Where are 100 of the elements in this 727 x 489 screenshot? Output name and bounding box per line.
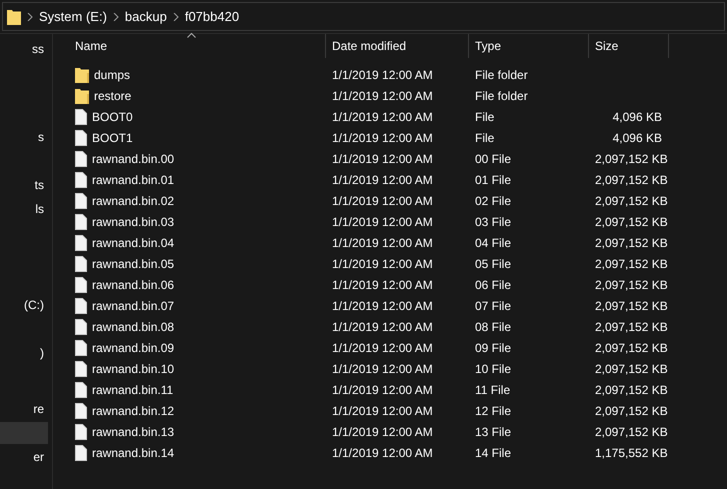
date-cell-text: 1/1/2019 12:00 AM bbox=[331, 362, 434, 376]
size-cell-text: 2,097,152 KB bbox=[594, 340, 669, 354]
size-cell-text: 4,096 KB bbox=[612, 130, 663, 144]
file-name[interactable]: rawnand.bin.04 bbox=[92, 236, 174, 250]
size-cell-text: 2,097,152 KB bbox=[594, 382, 669, 396]
date-cell-text: 1/1/2019 12:00 AM bbox=[331, 340, 434, 354]
sidebar-item[interactable]: ts bbox=[0, 174, 48, 196]
sidebar-item[interactable] bbox=[0, 422, 48, 444]
size-cell-text: 2,097,152 KB bbox=[594, 404, 669, 418]
file-name[interactable]: restore bbox=[94, 88, 132, 102]
file-icon bbox=[75, 172, 87, 188]
file-icon bbox=[75, 108, 87, 124]
type-cell-text: 04 File bbox=[474, 236, 512, 250]
chevron-icon bbox=[27, 12, 33, 20]
type-cell-text: 01 File bbox=[474, 172, 512, 186]
file-name[interactable]: BOOT1 bbox=[92, 130, 133, 144]
file-icon bbox=[75, 256, 87, 272]
folder-icon bbox=[75, 66, 89, 82]
sidebar-item[interactable]: ) bbox=[0, 342, 48, 364]
type-cell-text: File folder bbox=[474, 68, 529, 82]
file-icon bbox=[75, 234, 87, 250]
size-cell-text: 2,097,152 KB bbox=[594, 172, 669, 186]
size-cell-text: 2,097,152 KB bbox=[594, 320, 669, 334]
date-cell-text: 1/1/2019 12:00 AM bbox=[331, 446, 434, 460]
file-icon bbox=[75, 214, 87, 230]
file-name[interactable]: rawnand.bin.01 bbox=[92, 172, 174, 186]
type-cell-text: 14 File bbox=[474, 446, 512, 460]
date-cell-text: 1/1/2019 12:00 AM bbox=[331, 172, 434, 186]
file-icon bbox=[75, 298, 87, 314]
file-name[interactable]: rawnand.bin.08 bbox=[92, 320, 174, 334]
size-cell-text: 4,096 KB bbox=[612, 110, 663, 124]
file-icon bbox=[75, 340, 87, 356]
size-cell-text: 2,097,152 KB bbox=[594, 194, 669, 208]
sidebar-item[interactable]: ss bbox=[0, 38, 48, 60]
file-name[interactable]: BOOT0 bbox=[92, 110, 133, 124]
type-cell-text: 07 File bbox=[474, 298, 512, 312]
sidebar-item[interactable]: re bbox=[0, 398, 48, 420]
type-cell-text: 13 File bbox=[474, 424, 512, 438]
type-cell-text: 12 File bbox=[474, 404, 512, 418]
size-cell-text: 2,097,152 KB bbox=[594, 236, 669, 250]
file-name[interactable]: rawnand.bin.05 bbox=[92, 256, 174, 270]
column-header[interactable]: Name bbox=[69, 34, 326, 58]
file-name[interactable]: dumps bbox=[94, 68, 130, 82]
file-icon bbox=[75, 360, 87, 376]
date-cell-text: 1/1/2019 12:00 AM bbox=[331, 236, 434, 250]
chevron-icon bbox=[172, 12, 179, 20]
date-cell-text: 1/1/2019 12:00 AM bbox=[331, 256, 434, 270]
column-header[interactable]: Size bbox=[589, 34, 669, 58]
file-icon bbox=[75, 130, 87, 146]
file-icon bbox=[75, 318, 87, 334]
date-cell-text: 1/1/2019 12:00 AM bbox=[331, 278, 434, 292]
date-cell-text: 1/1/2019 12:00 AM bbox=[331, 152, 434, 166]
size-cell-text: 2,097,152 KB bbox=[594, 362, 669, 376]
type-cell-text: 00 File bbox=[474, 152, 512, 166]
date-cell-text: 1/1/2019 12:00 AM bbox=[331, 88, 434, 102]
breadcrumb[interactable]: backup bbox=[124, 9, 167, 24]
address-bar[interactable]: System (E:) backup f07bb420 bbox=[2, 2, 725, 31]
file-icon bbox=[75, 150, 87, 166]
file-icon bbox=[75, 276, 87, 292]
date-cell-text: 1/1/2019 12:00 AM bbox=[331, 194, 434, 208]
type-cell-text: 02 File bbox=[474, 194, 512, 208]
column-header[interactable]: Type bbox=[469, 34, 589, 58]
folder-icon bbox=[7, 8, 21, 24]
date-cell-text: 1/1/2019 12:00 AM bbox=[331, 320, 434, 334]
date-cell-text: 1/1/2019 12:00 AM bbox=[331, 214, 434, 228]
file-name[interactable]: rawnand.bin.14 bbox=[92, 446, 174, 460]
sidebar-item[interactable]: (C:) bbox=[0, 294, 48, 316]
sidebar-item[interactable]: ls bbox=[0, 198, 48, 220]
type-cell-text: 10 File bbox=[474, 362, 512, 376]
file-name[interactable]: rawnand.bin.13 bbox=[92, 424, 174, 438]
chevron-icon bbox=[112, 12, 119, 20]
column-header[interactable]: Date modified bbox=[326, 34, 469, 58]
date-cell-text: 1/1/2019 12:00 AM bbox=[331, 298, 434, 312]
type-cell-text: 08 File bbox=[474, 320, 512, 334]
type-cell-text: 05 File bbox=[474, 256, 512, 270]
file-icon bbox=[75, 192, 87, 208]
type-cell-text: 06 File bbox=[474, 278, 512, 292]
file-name[interactable]: rawnand.bin.02 bbox=[92, 194, 174, 208]
size-cell-text: 1,175,552 KB bbox=[594, 446, 669, 460]
type-cell-text: 03 File bbox=[474, 214, 512, 228]
file-name[interactable]: rawnand.bin.12 bbox=[92, 404, 174, 418]
file-name[interactable]: rawnand.bin.06 bbox=[92, 278, 174, 292]
file-name[interactable]: rawnand.bin.03 bbox=[92, 214, 174, 228]
file-name[interactable]: rawnand.bin.11 bbox=[92, 382, 174, 396]
size-cell-text: 2,097,152 KB bbox=[594, 152, 669, 166]
breadcrumb[interactable]: f07bb420 bbox=[184, 9, 240, 24]
date-cell-text: 1/1/2019 12:00 AM bbox=[331, 110, 434, 124]
date-cell-text: 1/1/2019 12:00 AM bbox=[331, 130, 434, 144]
file-icon bbox=[75, 424, 87, 440]
file-name[interactable]: rawnand.bin.07 bbox=[92, 298, 174, 312]
sidebar-item[interactable]: s bbox=[0, 126, 48, 148]
folder-icon bbox=[75, 88, 89, 104]
file-name[interactable]: rawnand.bin.09 bbox=[92, 340, 174, 354]
type-cell-text: File folder bbox=[474, 88, 529, 102]
file-name[interactable]: rawnand.bin.00 bbox=[92, 152, 174, 166]
type-cell-text: 09 File bbox=[474, 340, 512, 354]
file-name[interactable]: rawnand.bin.10 bbox=[92, 362, 174, 376]
sidebar-item[interactable]: er bbox=[0, 446, 48, 468]
date-cell-text: 1/1/2019 12:00 AM bbox=[331, 68, 434, 82]
breadcrumb[interactable]: System (E:) bbox=[39, 9, 107, 24]
